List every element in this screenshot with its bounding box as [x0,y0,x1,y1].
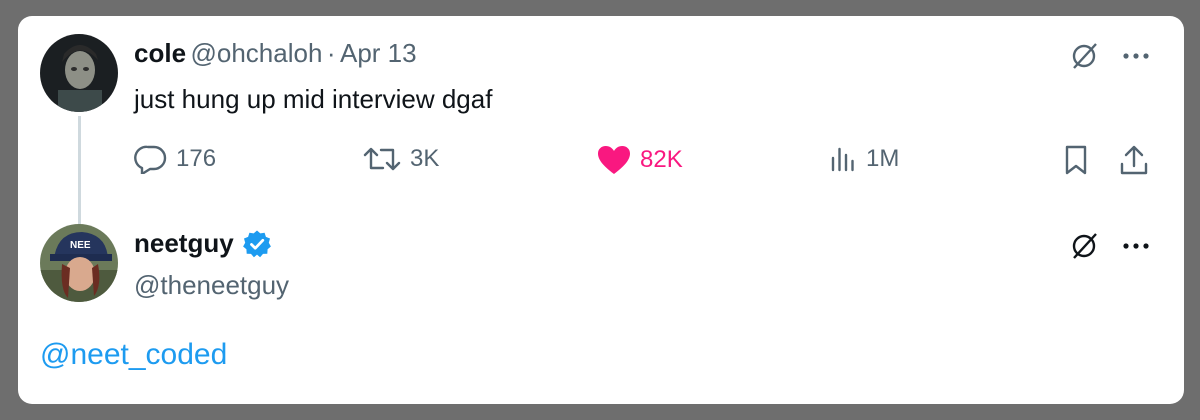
reply-author-handle[interactable]: @theneetguy [134,270,289,301]
like-count: 82K [640,146,683,173]
bookmark-icon[interactable] [1058,142,1094,178]
reply-icon [134,145,167,174]
svg-text:NEE: NEE [70,240,91,251]
like-button[interactable]: 82K [596,144,683,176]
tweet-date[interactable]: Apr 13 [340,38,417,68]
header-separator: · [326,38,336,68]
verified-badge-icon [242,230,271,257]
views-icon [831,147,854,172]
more-icon-reply[interactable] [1118,228,1154,264]
avatar-neetguy[interactable]: NEE [40,224,118,302]
grok-icon-reply[interactable] [1066,228,1102,264]
reply-button[interactable]: 176 [134,144,216,174]
more-icon[interactable] [1118,38,1154,74]
thread-connector-line [78,116,81,234]
reply-text-mention-link[interactable]: @neet_coded [40,338,227,372]
tweet-header: cole @ohchaloh · Apr 13 [134,38,417,69]
grok-icon[interactable] [1066,38,1102,74]
author-name[interactable]: cole [134,38,186,68]
views-button[interactable]: 1M [828,144,899,174]
reply-author-name[interactable]: neetguy [134,228,234,259]
views-count: 1M [866,145,900,172]
heart-icon [598,146,630,174]
reply-header: neetguy [134,228,272,259]
retweet-count: 3K [410,145,440,172]
avatar-cole[interactable] [40,34,118,112]
reply-count: 176 [176,145,217,172]
tweet-text: just hung up mid interview dgaf [134,84,493,114]
tweet-thread-card: cole @ohchaloh · Apr 13 just hung up mid… [18,16,1184,404]
author-handle[interactable]: @ohchaloh [190,38,322,68]
retweet-button[interactable]: 3K [362,144,439,174]
retweet-icon [363,147,401,171]
share-icon[interactable] [1116,142,1152,178]
